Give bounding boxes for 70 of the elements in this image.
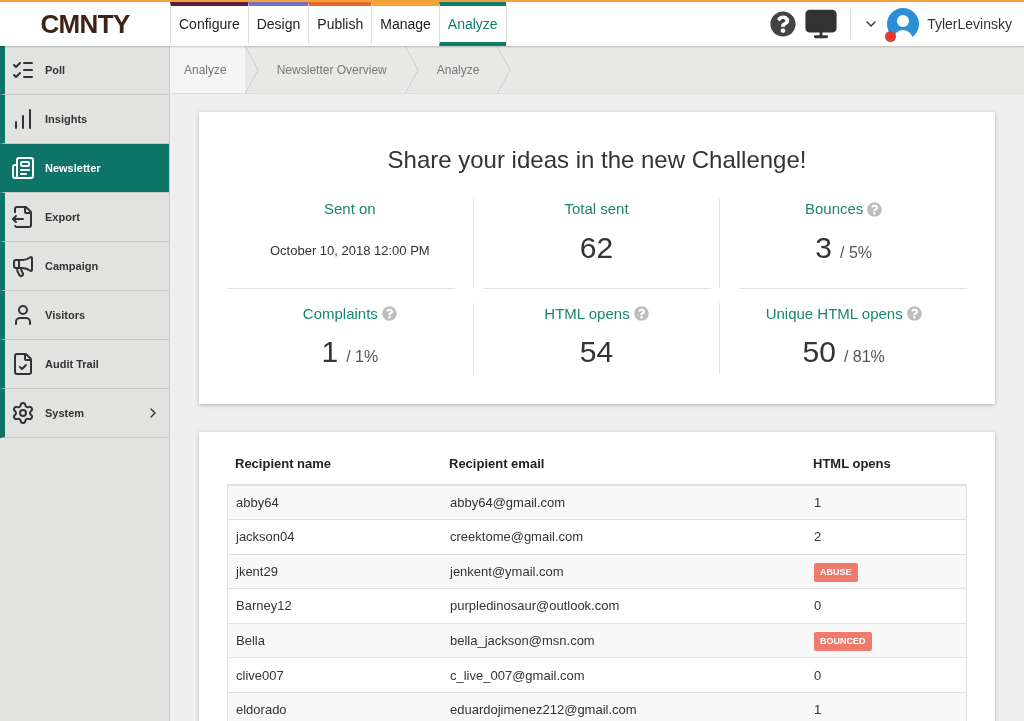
table-cell-text: eldorado — [236, 701, 288, 720]
column-header: Recipient name — [235, 455, 333, 473]
status-badge: ABUSE — [814, 562, 858, 583]
gear-icon — [11, 401, 35, 425]
monitor-icon[interactable] — [804, 7, 839, 41]
avatar[interactable] — [887, 8, 920, 40]
sidebar-label: Poll — [45, 62, 67, 78]
sidebar-label: Export — [45, 209, 81, 225]
stat-percentage: / 81% — [843, 347, 885, 367]
stat-label: Complaints — [302, 303, 378, 324]
stat-value: 54 — [579, 334, 614, 370]
stat-value: 62 — [579, 229, 614, 266]
document-export-icon — [11, 205, 35, 229]
sidebar-item[interactable]: Audit Trail — [0, 340, 169, 389]
stat-label: Unique HTML opens — [765, 303, 903, 324]
breadcrumb-separator-icon — [497, 45, 512, 94]
stat-value: October 10, 2018 12:00 PM — [269, 241, 430, 260]
table-cell-text: abby64 — [236, 493, 280, 512]
username[interactable]: TylerLevinsky — [927, 13, 1012, 35]
breadcrumb-link[interactable]: Analyze — [418, 46, 498, 93]
sidebar-item[interactable]: Export — [0, 193, 169, 242]
table-cell-text: jkent29 — [236, 562, 279, 581]
table-cell-text: creektome@gmail.com — [450, 528, 585, 547]
stat-value: 1 — [321, 334, 339, 370]
sidebar-item[interactable]: Visitors — [0, 291, 169, 340]
table-cell-text: jenkent@ymail.com — [450, 562, 565, 581]
sidebar-label: Audit Trail — [45, 356, 100, 372]
sidebar-label: System — [45, 405, 86, 421]
card-title: Share your ideas in the new Challenge! — [386, 145, 808, 175]
sidebar-item[interactable]: Newsletter — [0, 144, 169, 193]
sidebar-item[interactable]: Campaign — [0, 242, 169, 291]
sidebar-label: Campaign — [45, 258, 100, 274]
table-cell-text: clive007 — [236, 666, 285, 685]
table-cell-text: c_live_007@gmail.com — [450, 666, 586, 685]
sidebar-label: Insights — [45, 111, 89, 127]
stat-value: 50 — [802, 334, 836, 370]
table-cell: 1 — [814, 494, 822, 510]
table-cell-text: purpledinosaur@outlook.com — [450, 597, 621, 616]
stat-percentage: / 5% — [840, 242, 872, 263]
breadcrumb-link[interactable]: Newsletter Overview — [258, 46, 405, 93]
sidebar-label: Visitors — [45, 307, 87, 323]
breadcrumb-separator-icon — [244, 45, 259, 94]
table-cell: 1 — [814, 702, 822, 718]
stat-label: Bounces — [804, 199, 864, 219]
table-cell-text: Bella — [236, 631, 266, 650]
table-cell-text: eduardojimenez212@gmail.com — [450, 701, 638, 720]
help-icon[interactable] — [770, 11, 797, 37]
stat-label: Sent on — [323, 199, 376, 219]
breadcrumb-separator-icon — [404, 45, 419, 94]
table-cell-text: jackson04 — [236, 528, 296, 547]
table-cell: 0 — [814, 598, 822, 614]
stat-value: 3 — [815, 229, 832, 266]
document-check-icon — [11, 352, 35, 376]
status-badge: BOUNCED — [814, 631, 872, 652]
sidebar-label: Newsletter — [45, 160, 102, 176]
sidebar-item[interactable]: System — [0, 389, 169, 438]
table-cell: 2 — [814, 529, 822, 545]
table-cell-text: Barney12 — [236, 597, 293, 616]
logo[interactable]: CMNTY — [40, 4, 130, 44]
table-cell: 0 — [814, 667, 822, 683]
newspaper-icon — [11, 156, 35, 180]
column-header: HTML opens — [813, 455, 892, 473]
stat-label: Total sent — [564, 199, 629, 219]
table-cell-text: abby64@gmail.com — [450, 493, 567, 512]
column-header: Recipient email — [449, 455, 546, 473]
megaphone-icon — [11, 254, 35, 278]
table-cell-text: bella_jackson@msn.com — [450, 631, 596, 650]
breadcrumb-link[interactable]: Analyze — [170, 46, 245, 93]
stat-percentage: / 1% — [346, 347, 379, 367]
stat-label: HTML opens — [544, 303, 630, 324]
